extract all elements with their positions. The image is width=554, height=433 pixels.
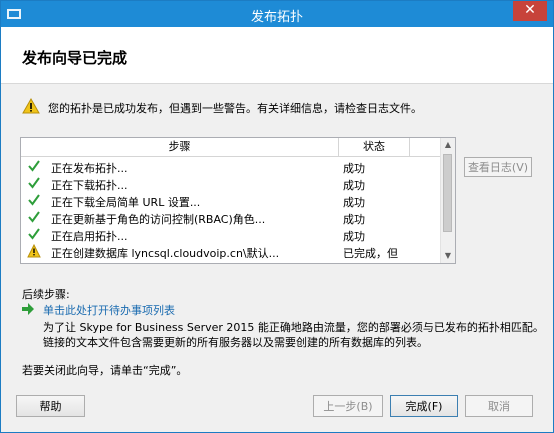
scroll-down-arrow-icon[interactable]: ▼ [441,249,455,263]
back-button[interactable]: 上一步(B) [313,395,383,417]
step-status: 成功 [343,179,365,192]
step-status: 成功 [343,196,365,209]
todo-list-link[interactable]: 单击此处打开待办事项列表 [43,302,175,318]
check-icon [28,177,40,189]
next-steps-description-2: 链接的文本文件包含需要更新的所有服务器以及需要创建的所有数据库的列表。 [43,336,428,349]
step-label: 正在下载拓扑... [51,179,128,192]
help-button[interactable]: 帮助 [16,395,85,417]
column-header-status[interactable]: 状态 [339,138,410,156]
step-status: 已完成，但 [343,247,398,260]
close-button[interactable]: ✕ [513,1,547,21]
step-label: 正在发布拓扑... [51,162,128,175]
step-status: 成功 [343,230,365,243]
list-item[interactable]: 正在下载拓扑... 成功 [21,175,440,192]
list-header: 步骤 状态 [21,138,440,157]
check-icon [28,194,40,206]
step-label: 正在下载全局简单 URL 设置... [51,196,201,209]
warning-icon [27,244,41,258]
list-item[interactable]: 正在创建数据库 lyncsql.cloudvoip.cn\默认... 已完成，但 [21,243,440,260]
list-item[interactable]: 正在下载全局简单 URL 设置... 成功 [21,192,440,209]
arrow-right-icon [22,303,34,315]
window-title: 发布拓扑 [250,10,303,25]
list-item[interactable]: 正在发布拓扑... 成功 [21,158,440,175]
warning-text: 您的拓扑是已成功发布，但遇到一些警告。有关详细信息，请检查日志文件。 [48,102,422,115]
list-scrollbar[interactable]: ▲ ▼ [440,138,455,263]
step-status: 成功 [343,213,365,226]
close-instruction: 若要关闭此向导，请单击“完成”。 [22,364,188,377]
steps-list[interactable]: 步骤 状态 正在发布拓扑... 成功 正在下载拓扑... 成功 正在下载全局简单… [20,137,456,264]
list-item[interactable]: 正在启用拓扑... 成功 [21,226,440,243]
scroll-up-arrow-icon[interactable]: ▲ [441,138,455,152]
title-bar: 发布拓扑 ✕ [1,1,553,27]
next-steps-description: 为了让 Skype for Business Server 2015 能正确地路… [43,321,544,334]
column-header-step[interactable]: 步骤 [21,138,339,156]
next-steps-label: 后续步骤: [22,288,70,301]
publish-topology-window: 发布拓扑 ✕ 发布向导已完成 您的拓扑是已成功发布，但遇到一些警告。有关详细信息… [0,0,554,433]
check-icon [28,160,40,172]
page-title: 发布向导已完成 [22,49,128,67]
view-log-button[interactable]: 查看日志(V) [464,157,532,177]
wizard-header: 发布向导已完成 [1,27,553,84]
scrollbar-thumb[interactable] [443,154,452,232]
list-item[interactable]: 正在更新基于角色的访问控制(RBAC)角色... 成功 [21,209,440,226]
cancel-button[interactable]: 取消 [465,395,533,417]
step-status: 成功 [343,162,365,175]
check-icon [28,228,40,240]
step-label: 正在启用拓扑... [51,230,128,243]
step-label: 正在创建数据库 lyncsql.cloudvoip.cn\默认... [51,247,280,260]
warning-icon [22,98,40,114]
finish-button[interactable]: 完成(F) [390,395,458,417]
step-label: 正在更新基于角色的访问控制(RBAC)角色... [51,213,266,226]
check-icon [28,211,40,223]
